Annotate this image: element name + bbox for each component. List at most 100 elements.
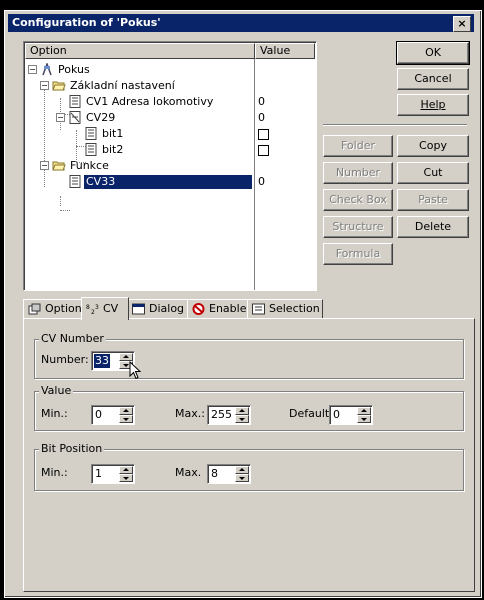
tree-row-bit2[interactable]: bit2	[24, 142, 314, 158]
collapse-icon[interactable]: −	[40, 81, 49, 90]
spin-arrows[interactable]	[235, 466, 249, 482]
value-default-spinner[interactable]: 0	[329, 405, 373, 425]
spin-up-button[interactable]	[119, 353, 133, 361]
dialog-tab-icon	[132, 303, 145, 315]
spin-down-button[interactable]	[119, 415, 133, 423]
bit-position-group: Bit Position Min.: 1 Max. 8	[34, 442, 464, 491]
arrow-up-icon	[239, 409, 245, 412]
group-title: Bit Position	[39, 442, 105, 456]
spin-down-button[interactable]	[119, 474, 133, 482]
bit-min-label: Min.:	[41, 466, 68, 479]
tree-row-zakladni-nastaveni[interactable]: − Základní nastavení	[24, 78, 314, 94]
group-title: CV Number	[39, 332, 106, 346]
tree-line	[60, 210, 70, 211]
bit-max-spinner[interactable]: 8	[207, 464, 251, 484]
collapse-icon[interactable]: −	[28, 65, 37, 74]
spin-down-button[interactable]	[357, 415, 371, 423]
tab-cv[interactable]: 8 2 3 CV	[81, 297, 129, 320]
arrow-up-icon	[123, 409, 129, 412]
collapse-icon[interactable]: −	[56, 113, 65, 122]
spin-up-button[interactable]	[235, 466, 249, 474]
tree-line	[60, 196, 61, 206]
bit-min-spinner[interactable]: 1	[91, 464, 135, 484]
arrow-down-icon	[239, 418, 245, 421]
tree-label: Pokus	[58, 63, 90, 76]
options-tree[interactable]: Option Value − Pokus − Základní nastaven…	[23, 41, 317, 291]
ok-button[interactable]: OK	[396, 41, 470, 65]
tree-label: CV29	[86, 111, 116, 124]
formula-button[interactable]: Formula	[323, 243, 393, 265]
tree-label: Funkce	[70, 159, 109, 172]
tab-label: Enable	[209, 302, 247, 315]
checkbox-button[interactable]: Check Box	[323, 189, 393, 211]
tab-label: Option	[45, 302, 82, 315]
bit-max: 8	[211, 467, 218, 480]
tab-label: Selection	[269, 302, 320, 315]
collapse-icon[interactable]: −	[40, 161, 49, 170]
spin-down-button[interactable]	[235, 415, 249, 423]
arrow-up-icon	[361, 409, 367, 412]
value-min: 0	[95, 408, 102, 421]
tree-row-pokus[interactable]: − Pokus	[24, 62, 314, 78]
arrow-up-icon	[239, 468, 245, 471]
group-title: Value	[39, 384, 74, 398]
tab-option[interactable]: Option	[23, 299, 83, 319]
spin-up-button[interactable]	[235, 407, 249, 415]
value-min-label: Min.:	[41, 407, 68, 420]
value-max-spinner[interactable]: 255	[207, 405, 251, 425]
spin-arrows[interactable]	[119, 407, 133, 423]
cut-button[interactable]: Cut	[397, 162, 469, 184]
tree-row-cv1[interactable]: CV1 Adresa lokomotivy 0	[24, 94, 314, 110]
delete-button[interactable]: Delete	[397, 216, 469, 238]
tree-row-cv33[interactable]: CV33 0	[24, 174, 314, 190]
tree-row-bit1[interactable]: bit1	[24, 126, 314, 142]
no-entry-icon	[192, 303, 205, 315]
spin-arrows[interactable]	[119, 466, 133, 482]
spin-down-button[interactable]	[235, 474, 249, 482]
paste-button[interactable]: Paste	[397, 189, 469, 211]
spin-up-button[interactable]	[357, 407, 371, 415]
tab-selection[interactable]: Selection	[247, 299, 323, 319]
value-group: Value Min.: 0 Max.: 255 Default: 0	[34, 384, 464, 431]
help-label: Help	[420, 98, 446, 111]
cv-item-icon	[69, 175, 81, 188]
separator	[323, 124, 467, 126]
folder-open-icon	[52, 81, 66, 91]
spin-up-button[interactable]	[119, 466, 133, 474]
value-max: 255	[211, 408, 232, 421]
tree-row-cv29[interactable]: − CV29 0	[24, 110, 314, 126]
tree-value: 0	[258, 95, 265, 108]
cv-item-icon	[85, 143, 97, 156]
column-header-option[interactable]: Option	[25, 43, 255, 59]
arrow-up-icon	[123, 355, 129, 358]
spin-arrows[interactable]	[235, 407, 249, 423]
help-button[interactable]: Help	[397, 94, 469, 116]
title-bar[interactable]: Configuration of 'Pokus' ×	[8, 14, 474, 32]
number-value: 33	[94, 354, 110, 368]
tab-dialog[interactable]: Dialog	[127, 299, 189, 319]
spin-up-button[interactable]	[119, 407, 133, 415]
tab-label: CV	[103, 302, 119, 315]
window-title: Configuration of 'Pokus'	[12, 16, 161, 29]
tree-value: 0	[258, 175, 265, 188]
tree-value: 0	[258, 111, 265, 124]
column-header-value[interactable]: Value	[255, 43, 315, 59]
tree-row-funkce[interactable]: − Funkce	[24, 158, 314, 174]
svg-text:8: 8	[86, 304, 90, 311]
folder-button[interactable]: Folder	[323, 135, 393, 157]
value-min-spinner[interactable]: 0	[91, 405, 135, 425]
selection-tab-icon	[252, 303, 265, 315]
option-tab-icon	[28, 303, 41, 315]
tab-enable[interactable]: Enable	[187, 299, 249, 319]
tab-label: Dialog	[149, 302, 185, 315]
bit1-checkbox[interactable]	[258, 129, 269, 140]
spin-arrows[interactable]	[357, 407, 371, 423]
structure-button[interactable]: Structure	[323, 216, 393, 238]
cancel-button[interactable]: Cancel	[397, 68, 469, 90]
number-button[interactable]: Number	[323, 162, 393, 184]
bit2-checkbox[interactable]	[258, 145, 269, 156]
number-label: Number:	[41, 353, 89, 366]
tree-header: Option Value	[25, 43, 315, 59]
close-button[interactable]: ×	[453, 16, 471, 32]
copy-button[interactable]: Copy	[397, 135, 469, 157]
